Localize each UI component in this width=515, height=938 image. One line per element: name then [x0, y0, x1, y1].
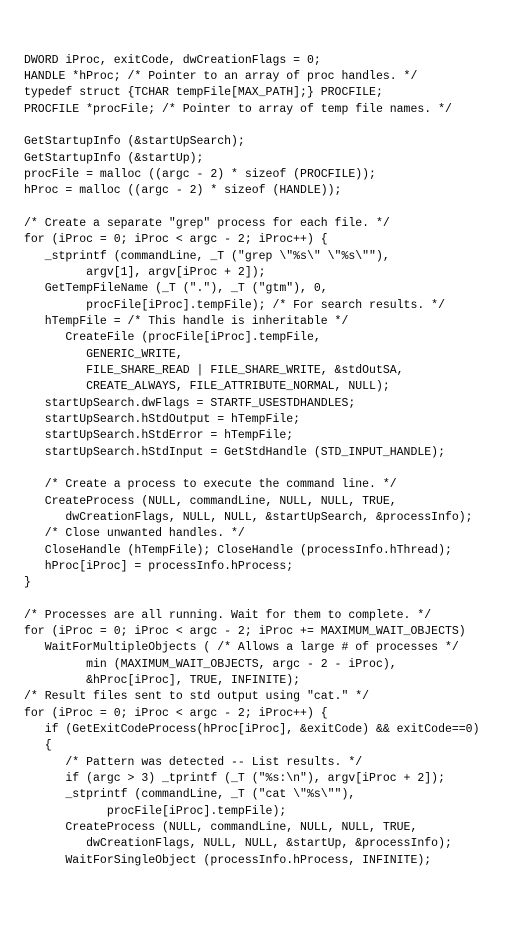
code-listing: DWORD iProc, exitCode, dwCreationFlags =…: [24, 53, 491, 869]
